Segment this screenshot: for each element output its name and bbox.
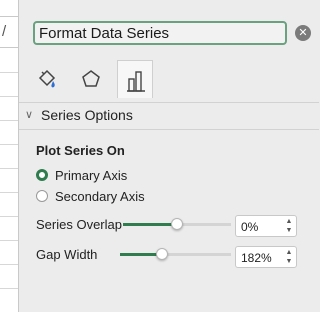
formula-bar-edge[interactable]: /: [0, 17, 18, 48]
gap-width-label: Gap Width: [36, 247, 98, 262]
series-overlap-value[interactable]: 0%: [241, 220, 258, 234]
slider-fill: [123, 223, 177, 226]
chevron-down-icon: ∨: [25, 109, 34, 121]
stepper-arrows-icon[interactable]: ▲ ▼: [284, 248, 294, 266]
pane-title-field[interactable]: Format Data Series: [33, 21, 287, 45]
spreadsheet-edge: /: [0, 0, 19, 312]
row-divider: [0, 144, 18, 145]
radio-selected-icon[interactable]: [36, 169, 48, 181]
series-overlap-spinner[interactable]: 0% ▲ ▼: [235, 215, 297, 237]
gap-width-value[interactable]: 182%: [241, 251, 272, 265]
tab-fill-line[interactable]: [29, 60, 65, 98]
row-divider: [0, 72, 18, 73]
bar-chart-icon: [127, 71, 145, 92]
section-label: Series Options: [41, 107, 133, 123]
row-divider: [0, 216, 18, 217]
tab-effects[interactable]: [73, 60, 109, 98]
format-tabs: [29, 60, 320, 98]
close-icon[interactable]: ✕: [295, 25, 311, 41]
radio-label: Primary Axis: [55, 168, 128, 183]
row-divider: [0, 288, 18, 289]
paint-bucket-icon: [38, 69, 56, 88]
pane-title: Format Data Series: [39, 25, 170, 42]
row-divider: [0, 264, 18, 265]
formula-glyph: /: [2, 23, 7, 40]
slider-track: [177, 223, 231, 226]
gap-width-slider[interactable]: [120, 248, 231, 260]
row-divider: [0, 192, 18, 193]
tab-series-options[interactable]: [117, 60, 153, 98]
radio-unselected-icon[interactable]: [36, 190, 48, 202]
tab-divider: [19, 102, 319, 103]
slider-thumb[interactable]: [156, 248, 168, 260]
plot-series-on-heading: Plot Series On: [36, 143, 125, 158]
sheet-toolbar-edge: [0, 0, 18, 17]
row-divider: [0, 96, 18, 97]
radio-label: Secondary Axis: [55, 189, 145, 204]
section-divider: [19, 129, 319, 130]
pentagon-icon: [82, 70, 100, 87]
series-overlap-slider[interactable]: [123, 218, 231, 230]
slider-track: [162, 253, 231, 256]
stepper-arrows-icon[interactable]: ▲ ▼: [284, 217, 294, 235]
row-divider: [0, 240, 18, 241]
gap-width-spinner[interactable]: 182% ▲ ▼: [235, 246, 297, 268]
slider-thumb[interactable]: [171, 218, 183, 230]
row-divider: [0, 168, 18, 169]
format-data-series-pane: Format Data Series ✕ ∨ Series Options Pl…: [19, 16, 320, 312]
row-divider: [0, 120, 18, 121]
series-overlap-label: Series Overlap: [36, 217, 122, 232]
